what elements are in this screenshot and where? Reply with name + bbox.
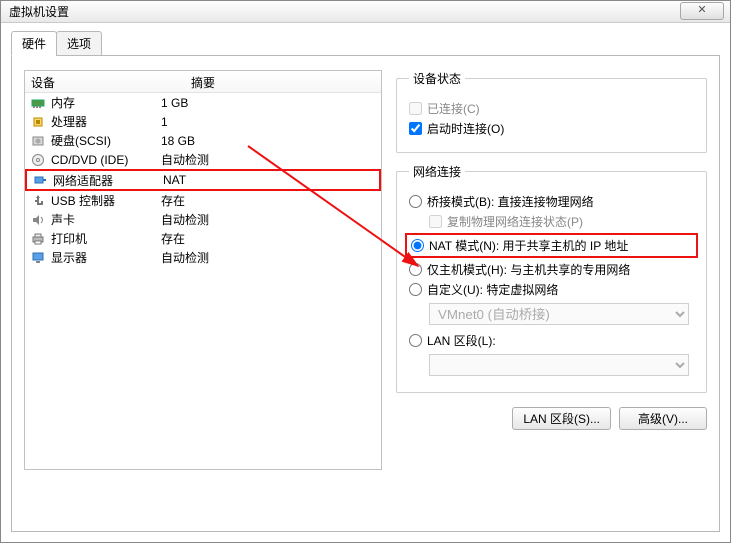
device-summary: 自动检测 — [161, 211, 377, 228]
device-row-cpu[interactable]: 处理器1 — [25, 112, 381, 131]
connect-power-label: 启动时连接(O) — [427, 120, 504, 137]
disk-icon — [29, 134, 47, 148]
connected-checkbox-row[interactable]: 已连接(C) — [409, 100, 694, 117]
device-row-sound[interactable]: 声卡自动检测 — [25, 210, 381, 229]
device-summary: 1 — [161, 115, 377, 129]
device-summary: 自动检测 — [161, 151, 377, 168]
network-legend: 网络连接 — [409, 163, 465, 180]
custom-vmnet-combo[interactable]: VMnet0 (自动桥接) — [429, 303, 689, 325]
titlebar: 虚拟机设置 ✕ — [1, 1, 730, 23]
device-summary: 18 GB — [161, 134, 377, 148]
bridged-label: 桥接模式(B): 直接连接物理网络 — [427, 193, 594, 210]
nat-label: NAT 模式(N): 用于共享主机的 IP 地址 — [429, 237, 628, 254]
vm-settings-window: 虚拟机设置 ✕ 硬件 选项 设备 摘要 内存1 GB处理器1硬盘(SCSI)18… — [0, 0, 731, 543]
device-name: CD/DVD (IDE) — [51, 153, 161, 167]
device-summary: 存在 — [161, 192, 377, 209]
device-summary: 1 GB — [161, 96, 377, 110]
memory-icon — [29, 96, 47, 110]
advanced-button[interactable]: 高级(V)... — [619, 407, 707, 430]
device-row-display[interactable]: 显示器自动检测 — [25, 248, 381, 267]
replicate-label: 复制物理网络连接状态(P) — [447, 213, 583, 230]
device-list-header: 设备 摘要 — [25, 71, 381, 93]
radio-nat-row[interactable]: NAT 模式(N): 用于共享主机的 IP 地址 — [411, 237, 692, 254]
lan-segment-combo[interactable] — [429, 354, 689, 376]
device-summary: 存在 — [161, 230, 377, 247]
device-list: 设备 摘要 内存1 GB处理器1硬盘(SCSI)18 GBCD/DVD (IDE… — [24, 70, 382, 470]
button-row: LAN 区段(S)... 高级(V)... — [396, 407, 707, 430]
custom-label: 自定义(U): 特定虚拟网络 — [427, 281, 558, 298]
connect-power-checkbox-row[interactable]: 启动时连接(O) — [409, 120, 694, 137]
device-name: 声卡 — [51, 211, 161, 228]
printer-icon — [29, 232, 47, 246]
device-name: 处理器 — [51, 113, 161, 130]
connect-power-checkbox[interactable] — [409, 122, 422, 135]
device-state-legend: 设备状态 — [409, 70, 465, 87]
device-row-cd[interactable]: CD/DVD (IDE)自动检测 — [25, 150, 381, 169]
display-icon — [29, 251, 47, 265]
radio-bridged[interactable] — [409, 195, 422, 208]
device-name: 显示器 — [51, 249, 161, 266]
radio-custom[interactable] — [409, 283, 422, 296]
radio-custom-row[interactable]: 自定义(U): 特定虚拟网络 — [409, 281, 694, 298]
device-row-disk[interactable]: 硬盘(SCSI)18 GB — [25, 131, 381, 150]
device-name: USB 控制器 — [51, 192, 161, 209]
lan-segments-button[interactable]: LAN 区段(S)... — [512, 407, 611, 430]
device-name: 打印机 — [51, 230, 161, 247]
sound-icon — [29, 213, 47, 227]
device-row-memory[interactable]: 内存1 GB — [25, 93, 381, 112]
col-summary: 摘要 — [185, 71, 221, 92]
connected-checkbox[interactable] — [409, 102, 422, 115]
net-icon — [31, 173, 49, 187]
cpu-icon — [29, 115, 47, 129]
nat-highlight: NAT 模式(N): 用于共享主机的 IP 地址 — [405, 233, 698, 258]
device-summary: NAT — [163, 173, 375, 187]
usb-icon — [29, 194, 47, 208]
content-area: 硬件 选项 设备 摘要 内存1 GB处理器1硬盘(SCSI)18 GBCD/DV… — [1, 23, 730, 542]
hostonly-label: 仅主机模式(H): 与主机共享的专用网络 — [427, 261, 630, 278]
radio-hostonly[interactable] — [409, 263, 422, 276]
lan-label: LAN 区段(L): — [427, 332, 496, 349]
radio-lan-row[interactable]: LAN 区段(L): — [409, 332, 694, 349]
tab-options[interactable]: 选项 — [56, 31, 102, 56]
device-row-net[interactable]: 网络适配器NAT — [25, 169, 381, 191]
cd-icon — [29, 153, 47, 167]
radio-hostonly-row[interactable]: 仅主机模式(H): 与主机共享的专用网络 — [409, 261, 694, 278]
window-title: 虚拟机设置 — [9, 3, 722, 20]
radio-bridged-row[interactable]: 桥接模式(B): 直接连接物理网络 — [409, 193, 694, 210]
device-summary: 自动检测 — [161, 249, 377, 266]
device-name: 网络适配器 — [53, 172, 163, 189]
tab-hardware[interactable]: 硬件 — [11, 31, 57, 56]
close-button[interactable]: ✕ — [680, 2, 724, 20]
tabs: 硬件 选项 — [11, 31, 720, 55]
device-name: 硬盘(SCSI) — [51, 132, 161, 149]
device-row-usb[interactable]: USB 控制器存在 — [25, 191, 381, 210]
device-row-printer[interactable]: 打印机存在 — [25, 229, 381, 248]
replicate-checkbox[interactable] — [429, 215, 442, 228]
connected-label: 已连接(C) — [427, 100, 480, 117]
device-name: 内存 — [51, 94, 161, 111]
replicate-checkbox-row[interactable]: 复制物理网络连接状态(P) — [429, 213, 694, 230]
col-device: 设备 — [25, 71, 185, 92]
tab-panel: 设备 摘要 内存1 GB处理器1硬盘(SCSI)18 GBCD/DVD (IDE… — [11, 55, 720, 532]
network-connection-group: 网络连接 桥接模式(B): 直接连接物理网络 复制物理网络连接状态(P) NAT… — [396, 163, 707, 393]
device-state-group: 设备状态 已连接(C) 启动时连接(O) — [396, 70, 707, 153]
radio-nat[interactable] — [411, 239, 424, 252]
radio-lan[interactable] — [409, 334, 422, 347]
